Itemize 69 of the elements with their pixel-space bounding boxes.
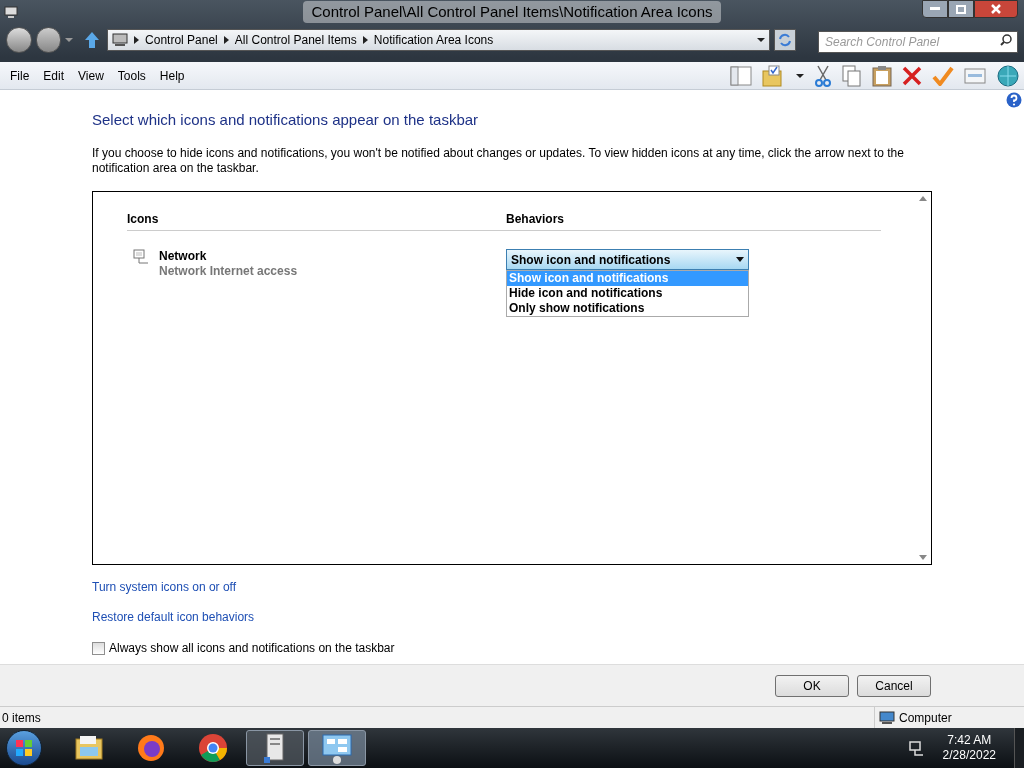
up-arrow-icon[interactable] [85, 32, 100, 48]
chevron-icon[interactable] [362, 36, 368, 44]
chevron-icon[interactable] [134, 36, 140, 44]
link[interactable]: Restore default icon behaviors [92, 608, 255, 626]
globe-icon[interactable] [996, 64, 1020, 87]
minimize-icon [930, 7, 940, 11]
cancel-button[interactable]: Cancel [857, 674, 931, 697]
clipboard-icon[interactable] [872, 64, 892, 87]
search-icon[interactable] [1000, 34, 1012, 46]
dropdown-arrow-icon [736, 257, 744, 262]
column-header: Icons [127, 211, 160, 228]
scroll-up-icon[interactable] [918, 196, 927, 201]
maximize-icon [956, 4, 966, 14]
breadcrumb[interactable]: Notification Area Icons [373, 31, 494, 49]
icon-description: Network Internet access [159, 264, 298, 279]
window-title: Control Panel\All Control Panel Items\Notification Area Icons [303, 0, 721, 24]
breadcrumb[interactable]: All Control Panel Items [234, 31, 357, 49]
back-button[interactable] [6, 27, 32, 53]
dropdown-arrow-icon[interactable] [757, 37, 766, 43]
dropdown-arrow-icon[interactable] [796, 72, 804, 79]
dropdown-option[interactable]: Only show notifications [507, 301, 748, 316]
ok-button[interactable]: OK [775, 674, 849, 697]
copy-icon[interactable] [842, 64, 862, 87]
scroll-down-icon[interactable] [918, 555, 927, 560]
behavior-dropdown[interactable]: Show icon and notifications [506, 249, 749, 270]
checkbox-label: Always show all icons and notifications on the taskbar [109, 640, 395, 657]
close-icon [991, 4, 1001, 14]
status-text: 0 items [1, 709, 42, 727]
window-icon[interactable] [4, 6, 18, 18]
chevron-icon[interactable] [223, 36, 229, 44]
forward-button[interactable] [35, 27, 62, 53]
help-icon[interactable] [1006, 92, 1022, 108]
menu-item[interactable]: File [4, 66, 36, 85]
address-bar[interactable]: Control Panel All Control Panel Items Notification Area Icons [107, 29, 771, 51]
taskbar-button[interactable] [246, 730, 304, 766]
maximize-button[interactable] [948, 0, 974, 18]
network-icon[interactable] [908, 740, 925, 756]
layout-icon[interactable] [730, 65, 752, 86]
menu-item[interactable]: Help [153, 66, 191, 85]
computer-icon [879, 710, 895, 725]
windows-logo-icon [15, 739, 33, 757]
dropdown-option[interactable]: Hide icon and notifications [507, 286, 748, 301]
column-header: Behaviors [506, 211, 565, 228]
scissors-icon[interactable] [814, 64, 832, 87]
clock-time: 7:42 AM [947, 733, 992, 748]
search-field[interactable]: Search Control Panel [818, 31, 1018, 53]
breadcrumb[interactable]: Control Panel [145, 31, 218, 49]
menu-item[interactable]: View [72, 66, 110, 85]
menu-item[interactable]: Tools [111, 66, 152, 85]
minimize-button[interactable] [922, 0, 948, 18]
browser-icon [196, 731, 230, 765]
delete-icon[interactable] [902, 65, 922, 86]
clock[interactable]: 7:42 AM 2/28/2022 [942, 733, 996, 763]
description-text: If you choose to hide icons and notifications, you won't be notified about changes or updates. To view hidden icons at any time, click the arrow next to the notification area on the taskbar. [92, 146, 905, 176]
clock-date: 2/28/2022 [942, 748, 996, 763]
link[interactable]: Turn system icons on or off [92, 578, 237, 596]
refresh-button[interactable] [774, 29, 796, 51]
page-heading: Select which icons and notifications appear on the taskbar [92, 110, 480, 130]
network-icon [133, 249, 149, 265]
refresh-icon [778, 33, 793, 47]
checkbox[interactable] [92, 641, 105, 655]
control-panel-icon [320, 731, 354, 765]
icon-name: Network [159, 249, 208, 264]
menu-item[interactable]: Edit [37, 66, 71, 85]
start-button[interactable] [6, 730, 42, 766]
close-button[interactable] [974, 0, 1018, 18]
status-location: Computer [899, 709, 952, 727]
checkmark-icon[interactable] [932, 65, 954, 86]
computer-icon [112, 33, 129, 47]
